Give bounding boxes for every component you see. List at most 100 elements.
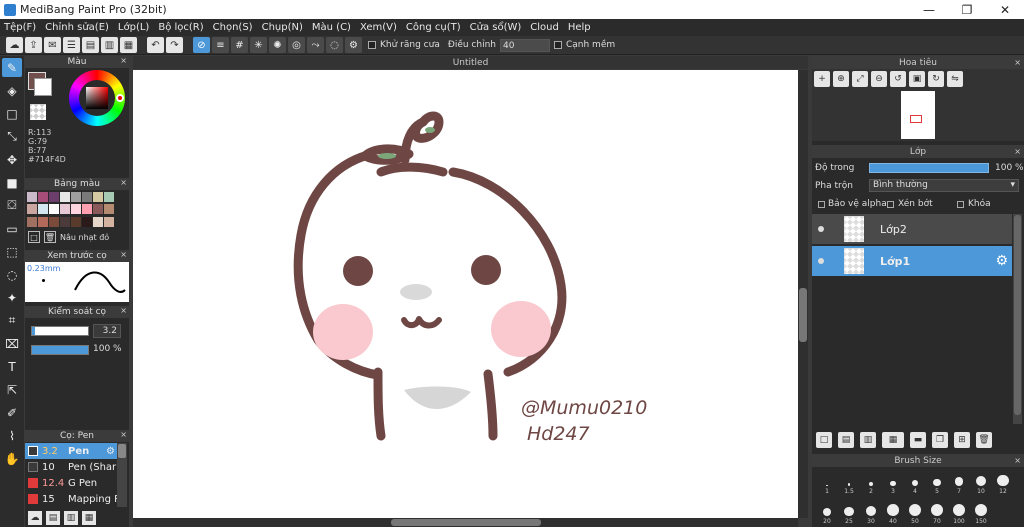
brush-size-preset[interactable]: 4 <box>904 467 926 495</box>
size-value[interactable]: 3.2 <box>93 324 121 338</box>
menu-view[interactable]: Xem(V) <box>360 22 397 33</box>
circle-snap-icon[interactable]: ◎ <box>288 37 305 53</box>
adjust-input[interactable]: 40 <box>499 38 550 52</box>
select-tool-icon[interactable]: ⬚ <box>2 242 22 261</box>
copy-brush-icon[interactable]: ▥ <box>64 511 78 525</box>
radial-line-icon[interactable]: ✺ <box>269 37 286 53</box>
snap-off-icon[interactable]: ⊘ <box>193 37 210 53</box>
brush-size-preset[interactable]: 10 <box>970 467 992 495</box>
palette-swatch[interactable] <box>49 192 59 202</box>
navigator-preview[interactable] <box>812 89 1024 141</box>
protect-alpha-checkbox[interactable] <box>818 201 825 208</box>
add-brush-icon[interactable]: ▤ <box>46 511 60 525</box>
color-wheel[interactable] <box>69 70 125 126</box>
fit-window-icon[interactable]: ⤢ <box>852 71 868 87</box>
navigator-close-icon[interactable]: × <box>1014 58 1021 67</box>
select-pen-tool-icon[interactable]: ⌗ <box>2 311 22 330</box>
palette-swatch[interactable] <box>38 192 48 202</box>
upload-icon[interactable]: ⇪ <box>25 37 42 53</box>
gear-icon[interactable]: ⚙ <box>995 253 1008 269</box>
brush-size-preset[interactable]: 25 <box>838 497 860 525</box>
palette-swatch[interactable] <box>93 192 103 202</box>
close-button[interactable]: ✕ <box>986 0 1024 19</box>
visibility-icon[interactable] <box>818 258 824 264</box>
brush-list-close-icon[interactable]: × <box>120 430 127 439</box>
brush-item-pen[interactable]: 3.2 Pen ⚙ <box>25 443 117 459</box>
merge-layer-icon[interactable]: ⊞ <box>954 432 970 448</box>
ellipse-snap-icon[interactable]: ◌ <box>326 37 343 53</box>
opacity-slider[interactable] <box>31 345 89 355</box>
palette-close-icon[interactable]: × <box>120 178 127 187</box>
delete-swatch-icon[interactable]: 🗑 <box>44 231 56 243</box>
palette-swatch[interactable] <box>71 204 81 215</box>
menu-select[interactable]: Chọn(S) <box>213 22 253 33</box>
new-8bit-layer-icon[interactable]: ▥ <box>860 432 876 448</box>
transparent-color-swatch[interactable] <box>30 104 46 120</box>
palette-swatch[interactable] <box>93 204 103 215</box>
gear-icon[interactable]: ⚙ <box>106 446 115 457</box>
palette-swatch[interactable] <box>82 216 92 227</box>
menu-file[interactable]: Tệp(F) <box>4 22 36 33</box>
palette-swatch[interactable] <box>82 204 92 215</box>
rectangle-tool-icon[interactable]: □ <box>2 104 22 123</box>
lasso-tool-icon[interactable]: ◌ <box>2 265 22 284</box>
brush-size-preset[interactable]: 40 <box>882 497 904 525</box>
folder-icon[interactable]: ▬ <box>910 432 926 448</box>
brush-size-preset[interactable]: 1 <box>816 467 838 495</box>
fill-rect-tool-icon[interactable]: ■ <box>2 173 22 192</box>
brush-size-preset[interactable]: 7 <box>948 467 970 495</box>
zoom-in-icon[interactable]: + <box>814 71 830 87</box>
palette-swatch[interactable] <box>38 216 48 227</box>
redo-icon[interactable]: ↷ <box>166 37 183 53</box>
magic-wand-tool-icon[interactable]: ✦ <box>2 288 22 307</box>
brush-list-scrollbar[interactable] <box>117 443 127 507</box>
palette-swatch[interactable] <box>71 216 81 227</box>
undo-icon[interactable]: ↶ <box>147 37 164 53</box>
antialias-checkbox[interactable] <box>368 41 376 49</box>
brush-size-preset[interactable]: 1.5 <box>838 467 860 495</box>
palette-swatch[interactable] <box>27 192 37 202</box>
new-halftone-layer-icon[interactable]: ▤ <box>838 432 854 448</box>
speech-icon[interactable]: ☰ <box>63 37 80 53</box>
palette-swatch[interactable] <box>60 204 70 215</box>
text-tool-icon[interactable]: T <box>2 357 22 376</box>
smooth-checkbox[interactable] <box>553 41 562 49</box>
gradient-tool-icon[interactable]: ▭ <box>2 219 22 238</box>
menu-filter[interactable]: Bộ lọc(R) <box>158 22 203 33</box>
flip-icon[interactable]: ⇋ <box>947 71 963 87</box>
brush-size-preset[interactable]: 5 <box>926 467 948 495</box>
layer-panel-close-icon[interactable]: × <box>1014 147 1021 156</box>
layer-opacity-slider[interactable] <box>869 163 989 173</box>
menu-edit[interactable]: Chỉnh sửa(E) <box>45 22 109 33</box>
brush-size-preset[interactable]: 3 <box>882 467 904 495</box>
brush-size-preset[interactable]: 2 <box>860 467 882 495</box>
menu-help[interactable]: Help <box>568 22 591 33</box>
brush-size-preset[interactable]: 50 <box>904 497 926 525</box>
zoom-in-alt-icon[interactable]: ⊕ <box>833 71 849 87</box>
drawing-canvas[interactable]: @Mumu0210 Hd247 <box>133 70 798 518</box>
minimize-button[interactable]: — <box>910 0 948 19</box>
menu-tools[interactable]: Công cụ(T) <box>406 22 461 33</box>
bucket-tool-icon[interactable]: ⛋ <box>2 196 22 215</box>
menu-cloud[interactable]: Cloud <box>530 22 559 33</box>
curve-snap-icon[interactable]: ⤳ <box>307 37 324 53</box>
page-icon[interactable]: ▤ <box>82 37 99 53</box>
parallel-snap-icon[interactable]: ≡ <box>212 37 229 53</box>
new-layer-icon[interactable]: □ <box>816 432 832 448</box>
brush-size-preset[interactable]: 100 <box>948 497 970 525</box>
palette-swatch[interactable] <box>93 216 103 227</box>
canvas-vertical-scrollbar[interactable] <box>798 70 808 518</box>
color-panel-close-icon[interactable]: × <box>120 56 127 65</box>
divide-tool-icon[interactable]: ✐ <box>2 403 22 422</box>
brush-size-close-icon[interactable]: × <box>1014 456 1021 465</box>
size-slider[interactable] <box>31 326 89 336</box>
hand-tool-icon[interactable]: ✋ <box>2 449 22 468</box>
background-color-swatch[interactable] <box>34 78 52 96</box>
preview-close-icon[interactable]: × <box>120 250 127 259</box>
add-layer-menu-icon[interactable]: ▦ <box>882 432 904 448</box>
palette-swatch[interactable] <box>27 216 37 227</box>
brush-size-preset[interactable]: 150 <box>970 497 992 525</box>
menu-snap[interactable]: Chụp(N) <box>262 22 303 33</box>
select-eraser-tool-icon[interactable]: ⌧ <box>2 334 22 353</box>
palette-swatch[interactable] <box>104 204 114 215</box>
